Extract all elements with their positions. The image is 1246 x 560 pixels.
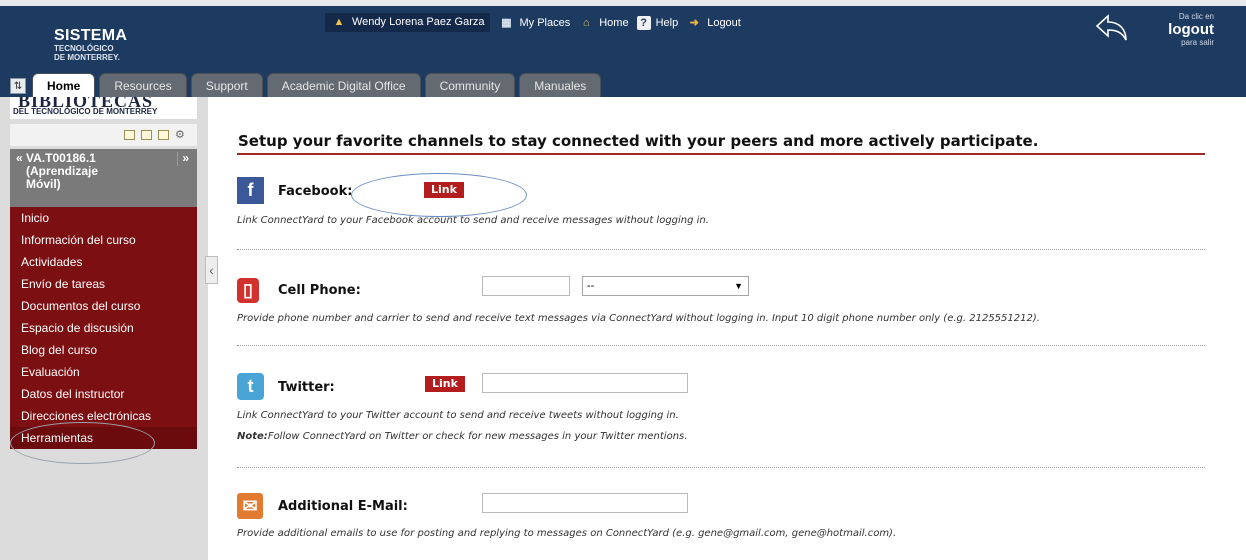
highlight-oval xyxy=(10,422,155,464)
twitter-label: Twitter: xyxy=(278,380,335,395)
title-rule xyxy=(237,153,1205,155)
library-banner[interactable]: BIBLIOTECAS DEL TECNOLÓGICO DE MONTERREY xyxy=(10,97,197,119)
places-icon: ▦ xyxy=(501,17,512,29)
tab-resources[interactable]: Resources xyxy=(99,73,187,97)
home-label: Home xyxy=(599,16,629,29)
email-icon: ✉ xyxy=(237,493,263,519)
person-icon: ▲ xyxy=(333,16,345,28)
menu-item-informacion[interactable]: Información del curso xyxy=(10,229,197,251)
menu-item-evaluacion[interactable]: Evaluación xyxy=(10,361,197,383)
home-icon: ⌂ xyxy=(582,16,590,29)
tab-support[interactable]: Support xyxy=(190,73,263,97)
logout-label: Logout xyxy=(707,16,741,29)
main-tabs: ⇅ Home Resources Support Academic Digita… xyxy=(10,73,605,97)
course-name-line2: Móvil) xyxy=(26,177,61,191)
help-link[interactable]: ? Help xyxy=(636,15,679,30)
menu-item-actividades[interactable]: Actividades xyxy=(10,251,197,273)
divider-3 xyxy=(237,467,1205,468)
logout-link[interactable]: ➜ Logout xyxy=(686,15,741,31)
logout-door-icon: ➜ xyxy=(689,17,699,29)
facebook-label: Facebook: xyxy=(278,184,353,199)
help-label: Help xyxy=(655,16,679,29)
course-menu: Inicio Información del curso Actividades… xyxy=(10,207,197,449)
logout-banner-bottom: para salir xyxy=(1181,38,1214,47)
logo-line1: SISTEMA xyxy=(54,27,128,44)
expand-arrow-icon[interactable]: » xyxy=(177,152,189,166)
home-link[interactable]: ⌂ Home xyxy=(578,15,629,31)
logout-banner-top: Da clic en xyxy=(1178,12,1214,21)
tab-community[interactable]: Community xyxy=(424,73,516,97)
view-toggles: ⚙ xyxy=(10,124,197,146)
carrier-select-value: -- xyxy=(587,280,595,292)
cell-phone-label: Cell Phone: xyxy=(278,283,361,298)
menu-item-inicio[interactable]: Inicio xyxy=(10,207,197,229)
divider-2 xyxy=(237,345,1205,346)
cell-phone-icon: ▯ xyxy=(237,278,259,303)
carrier-select[interactable]: -- ▼ xyxy=(582,276,749,296)
my-places-link[interactable]: ▦ My Places xyxy=(498,15,570,31)
tab-academic-digital-office[interactable]: Academic Digital Office xyxy=(266,73,421,97)
window-view-icon[interactable] xyxy=(158,130,169,140)
header-top-strip xyxy=(0,0,1246,6)
gear-icon[interactable]: ⚙ xyxy=(175,130,187,141)
email-label: Additional E-Mail: xyxy=(278,499,408,514)
twitter-note-text: Follow ConnectYard on Twitter or check f… xyxy=(267,431,688,442)
main-content: Setup your favorite channels to stay con… xyxy=(218,97,1246,560)
sistema-logo[interactable]: SISTEMA TECNOLÓGICO DE MONTERREY. xyxy=(54,27,128,63)
menu-item-blog[interactable]: Blog del curso xyxy=(10,339,197,361)
course-header[interactable]: « VA.T00186.1 (Aprendizaje Móvil) » xyxy=(10,149,197,207)
menu-item-envio-tareas[interactable]: Envío de tareas xyxy=(10,273,197,295)
header-bar: SISTEMA TECNOLÓGICO DE MONTERREY. ▲ Wend… xyxy=(0,0,1246,97)
list-view-icon[interactable] xyxy=(124,130,135,140)
logo-line2: TECNOLÓGICO xyxy=(54,44,114,53)
facebook-desc: Link ConnectYard to your Facebook accoun… xyxy=(237,215,709,226)
tab-manuales[interactable]: Manuales xyxy=(519,73,602,97)
logout-banner-main: logout xyxy=(1168,21,1214,38)
help-icon: ? xyxy=(636,15,651,30)
twitter-handle-input[interactable] xyxy=(482,373,688,393)
menu-item-instructor[interactable]: Datos del instructor xyxy=(10,383,197,405)
twitter-note-label: Note: xyxy=(237,431,268,442)
email-desc: Provide additional emails to use for pos… xyxy=(237,528,897,539)
logout-banner[interactable]: Da clic en logout para salir xyxy=(1094,12,1214,47)
twitter-icon: t xyxy=(237,373,264,400)
course-code-text: VA.T00186.1 xyxy=(26,151,96,165)
expand-toggle-icon[interactable]: ⇅ xyxy=(10,78,26,94)
page-title: Setup your favorite channels to stay con… xyxy=(238,132,1039,150)
tab-home[interactable]: Home xyxy=(32,73,96,97)
menu-item-discusion[interactable]: Espacio de discusión xyxy=(10,317,197,339)
collapse-sidebar-button[interactable]: ‹ xyxy=(205,256,218,284)
library-banner-sub: DEL TECNOLÓGICO DE MONTERREY xyxy=(13,107,158,116)
my-places-label: My Places xyxy=(519,16,571,29)
cell-phone-desc: Provide phone number and carrier to send… xyxy=(237,313,1040,324)
twitter-desc: Link ConnectYard to your Twitter account… xyxy=(237,410,679,421)
phone-number-input[interactable] xyxy=(482,276,570,296)
facebook-highlight-oval xyxy=(351,173,527,217)
divider-1 xyxy=(237,249,1205,250)
facebook-icon: f xyxy=(237,177,264,204)
email-section: ✉ Additional E-Mail: Provide additional … xyxy=(237,493,1205,553)
user-name-label: Wendy Lorena Paez Garza xyxy=(352,16,485,28)
menu-item-documentos[interactable]: Documentos del curso xyxy=(10,295,197,317)
twitter-link-button[interactable]: Link xyxy=(425,376,465,392)
twitter-section: t Twitter: Link Link ConnectYard to your… xyxy=(237,373,1205,453)
cell-phone-section: ▯ Cell Phone: -- ▼ Provide phone number … xyxy=(237,276,1205,337)
logo-line3: DE MONTERREY. xyxy=(54,53,120,62)
additional-email-input[interactable] xyxy=(482,493,688,513)
back-arrow-icon xyxy=(1095,14,1127,41)
chevron-down-icon: ▼ xyxy=(734,281,743,291)
folder-view-icon[interactable] xyxy=(141,130,152,140)
user-menu[interactable]: ▲ Wendy Lorena Paez Garza xyxy=(325,13,491,32)
user-nav: ▲ Wendy Lorena Paez Garza ▦ My Places ⌂ … xyxy=(325,13,749,32)
course-sidebar: BIBLIOTECAS DEL TECNOLÓGICO DE MONTERREY… xyxy=(0,97,208,560)
twitter-note: Note:Follow ConnectYard on Twitter or ch… xyxy=(237,431,687,442)
